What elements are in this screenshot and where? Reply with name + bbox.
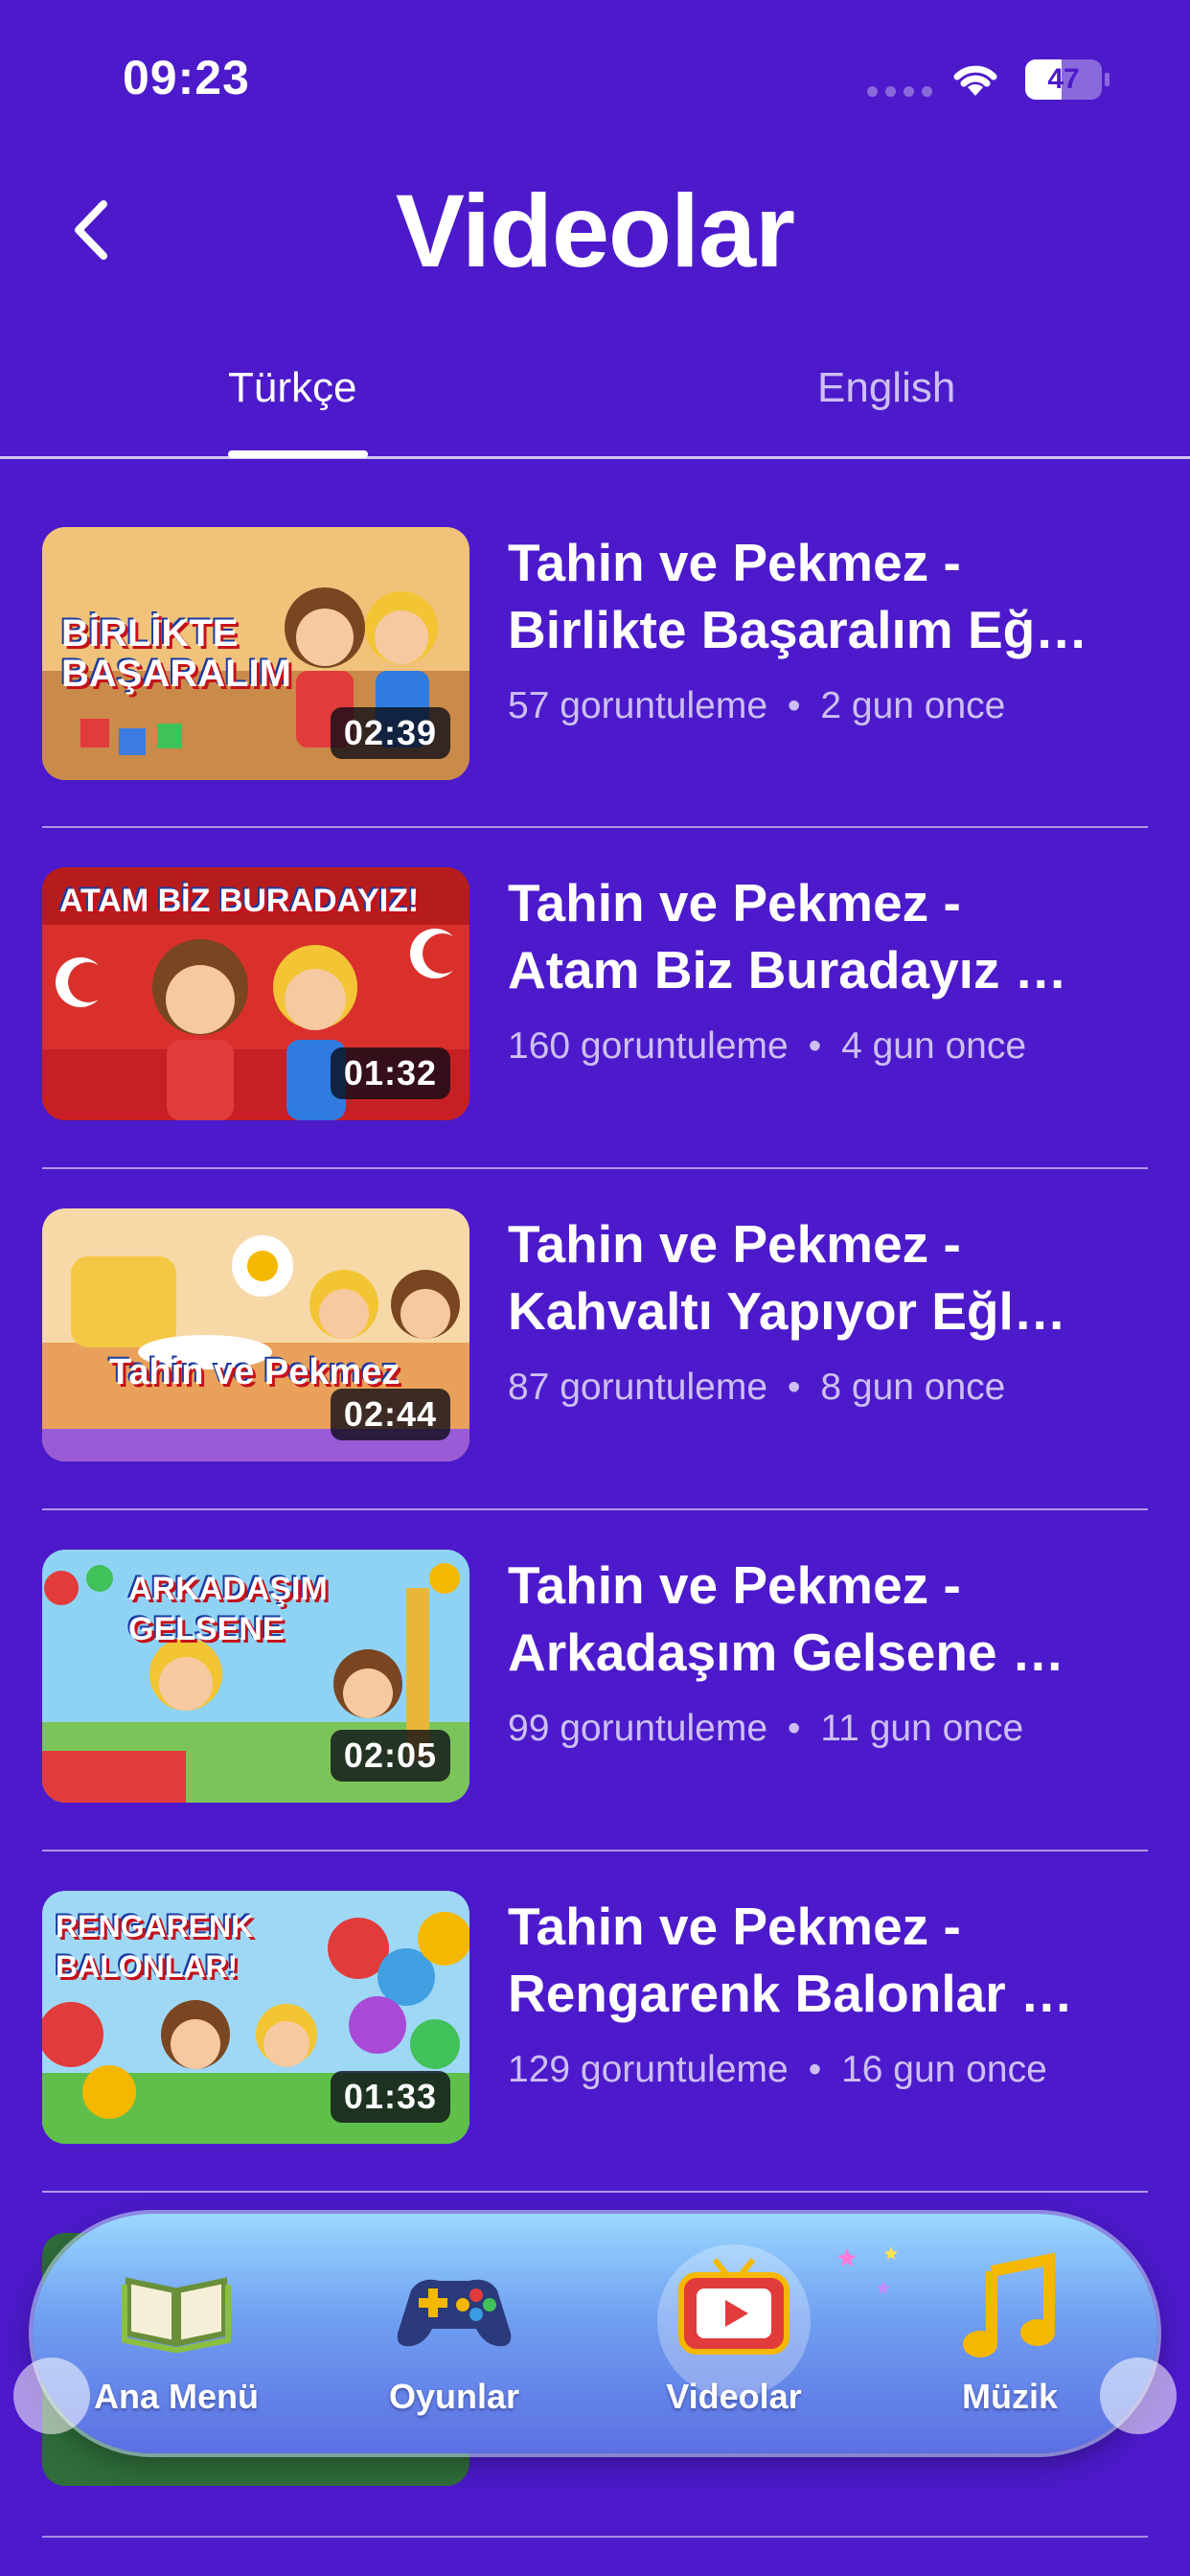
list-divider — [42, 2191, 1148, 2193]
video-age: 8 gun once — [820, 1367, 1006, 1408]
video-title: Tahin ve Pekmez - Birlikte Başaralım Eğ… — [508, 533, 1088, 659]
video-age: 2 gun once — [820, 685, 1006, 726]
bottom-navigation-bar: Ana Menü Oyunlar Videolar Müzik — [13, 2214, 1177, 2453]
video-duration: 02:39 — [330, 707, 450, 759]
list-divider — [42, 1508, 1148, 1510]
video-thumbnail[interactable]: RENGARENK BALONLAR! 01:33 — [42, 1891, 469, 2144]
video-duration: 01:33 — [330, 2071, 450, 2123]
video-meta: 99 goruntuleme • 11 gun once — [508, 1708, 1023, 1750]
video-list-item[interactable]: ARKADAŞIM GELSENE 02:05 Tahin ve Pekmez … — [0, 1550, 1190, 1890]
video-meta: 87 goruntuleme • 8 gun once — [508, 1367, 1005, 1409]
video-title: Tahin ve Pekmez - Arkadaşım Gelsene … — [508, 1555, 1064, 1682]
nav-item-oyunlar[interactable]: Oyunlar — [349, 2252, 560, 2434]
sparkle-stars-icon — [837, 2246, 898, 2294]
video-meta: 160 goruntuleme • 4 gun once — [508, 1025, 1026, 1068]
tabs-divider — [0, 456, 1190, 459]
nav-item-ana-menu[interactable]: Ana Menü — [71, 2252, 282, 2434]
video-title: Tahin ve Pekmez - Kahvaltı Yapıyor Eğl… — [508, 1214, 1066, 1341]
video-list-item[interactable]: BİRLİKTE BAŞARALIM 02:39 Tahin ve Pekmez… — [0, 527, 1190, 867]
game-controller-icon — [397, 2279, 512, 2347]
tab-english[interactable]: English — [817, 364, 955, 412]
video-tv-icon — [678, 2258, 790, 2355]
video-views: 129 goruntuleme — [508, 2049, 789, 2090]
video-duration: 01:32 — [330, 1047, 450, 1099]
language-tabs: Türkçe English — [0, 345, 1190, 458]
video-views: 99 goruntuleme — [508, 1708, 768, 1749]
open-book-icon — [122, 2277, 231, 2353]
list-divider — [42, 1167, 1148, 1169]
video-age: 16 gun once — [841, 2049, 1047, 2090]
video-thumbnail[interactable]: ARKADAŞIM GELSENE 02:05 — [42, 1550, 469, 1803]
video-meta: 129 goruntuleme • 16 gun once — [508, 2049, 1047, 2091]
video-meta: 57 goruntuleme • 2 gun once — [508, 685, 1005, 727]
nav-item-videolar[interactable]: Videolar — [629, 2244, 839, 2434]
tab-turkce[interactable]: Türkçe — [228, 364, 356, 412]
nav-label: Müzik — [961, 2377, 1058, 2416]
video-duration: 02:05 — [330, 1730, 450, 1782]
video-thumbnail[interactable]: BİRLİKTE BAŞARALIM 02:39 — [42, 527, 469, 780]
video-thumbnail[interactable]: Tahin ve Pekmez 02:44 — [42, 1208, 469, 1461]
video-views: 57 goruntuleme — [508, 685, 768, 726]
thumbnail-title-text: BİRLİKTE BAŞARALIM — [61, 612, 291, 695]
video-duration: 02:44 — [330, 1389, 450, 1440]
nav-label: Ana Menü — [93, 2377, 259, 2416]
meta-separator: • — [808, 2049, 822, 2090]
list-divider — [42, 2536, 1148, 2538]
list-divider — [42, 1850, 1148, 1852]
video-title: Tahin ve Pekmez - Rengarenk Balonlar … — [508, 1897, 1073, 2023]
video-thumbnail[interactable]: ATAM BİZ BURADAYIZ! 01:32 — [42, 867, 469, 1120]
battery-indicator: 47 — [1025, 59, 1110, 100]
battery-percent: 47 — [1047, 63, 1080, 95]
video-list-item[interactable]: RENGARENK BALONLAR! 01:33 Tahin ve Pekme… — [0, 1891, 1190, 2231]
video-views: 160 goruntuleme — [508, 1025, 789, 1067]
video-views: 87 goruntuleme — [508, 1367, 768, 1408]
thumbnail-title-text: RENGARENK BALONLAR! — [56, 1909, 254, 1984]
thumbnail-title-text: ARKADAŞIM GELSENE — [128, 1571, 328, 1647]
page-title: Videolar — [395, 172, 795, 288]
nav-item-muzik[interactable]: Müzik — [904, 2252, 1115, 2434]
wifi-icon — [953, 65, 997, 96]
video-age: 4 gun once — [841, 1025, 1027, 1067]
cellular-signal-icon — [867, 86, 932, 97]
music-note-icon — [963, 2252, 1055, 2358]
meta-separator: • — [787, 1367, 801, 1408]
thumbnail-title-text: ATAM BİZ BURADAYIZ! — [59, 883, 420, 919]
status-bar: 09:23 47 — [0, 0, 1190, 153]
nav-label: Videolar — [666, 2377, 802, 2416]
video-age: 11 gun once — [820, 1708, 1024, 1749]
list-divider — [42, 826, 1148, 828]
thumbnail-title-text: Tahin ve Pekmez — [109, 1352, 400, 1392]
meta-separator: • — [787, 685, 801, 726]
video-list-item[interactable]: Tahin ve Pekmez 02:44 Tahin ve Pekmez - … — [0, 1208, 1190, 1549]
meta-separator: • — [787, 1708, 801, 1749]
video-title: Tahin ve Pekmez - Atam Biz Buradayız … — [508, 873, 1067, 1000]
status-time: 09:23 — [123, 51, 250, 104]
nav-label: Oyunlar — [388, 2377, 520, 2416]
meta-separator: • — [808, 1025, 822, 1067]
video-list-item[interactable]: ATAM BİZ BURADAYIZ! 01:32 Tahin ve Pekme… — [0, 867, 1190, 1208]
